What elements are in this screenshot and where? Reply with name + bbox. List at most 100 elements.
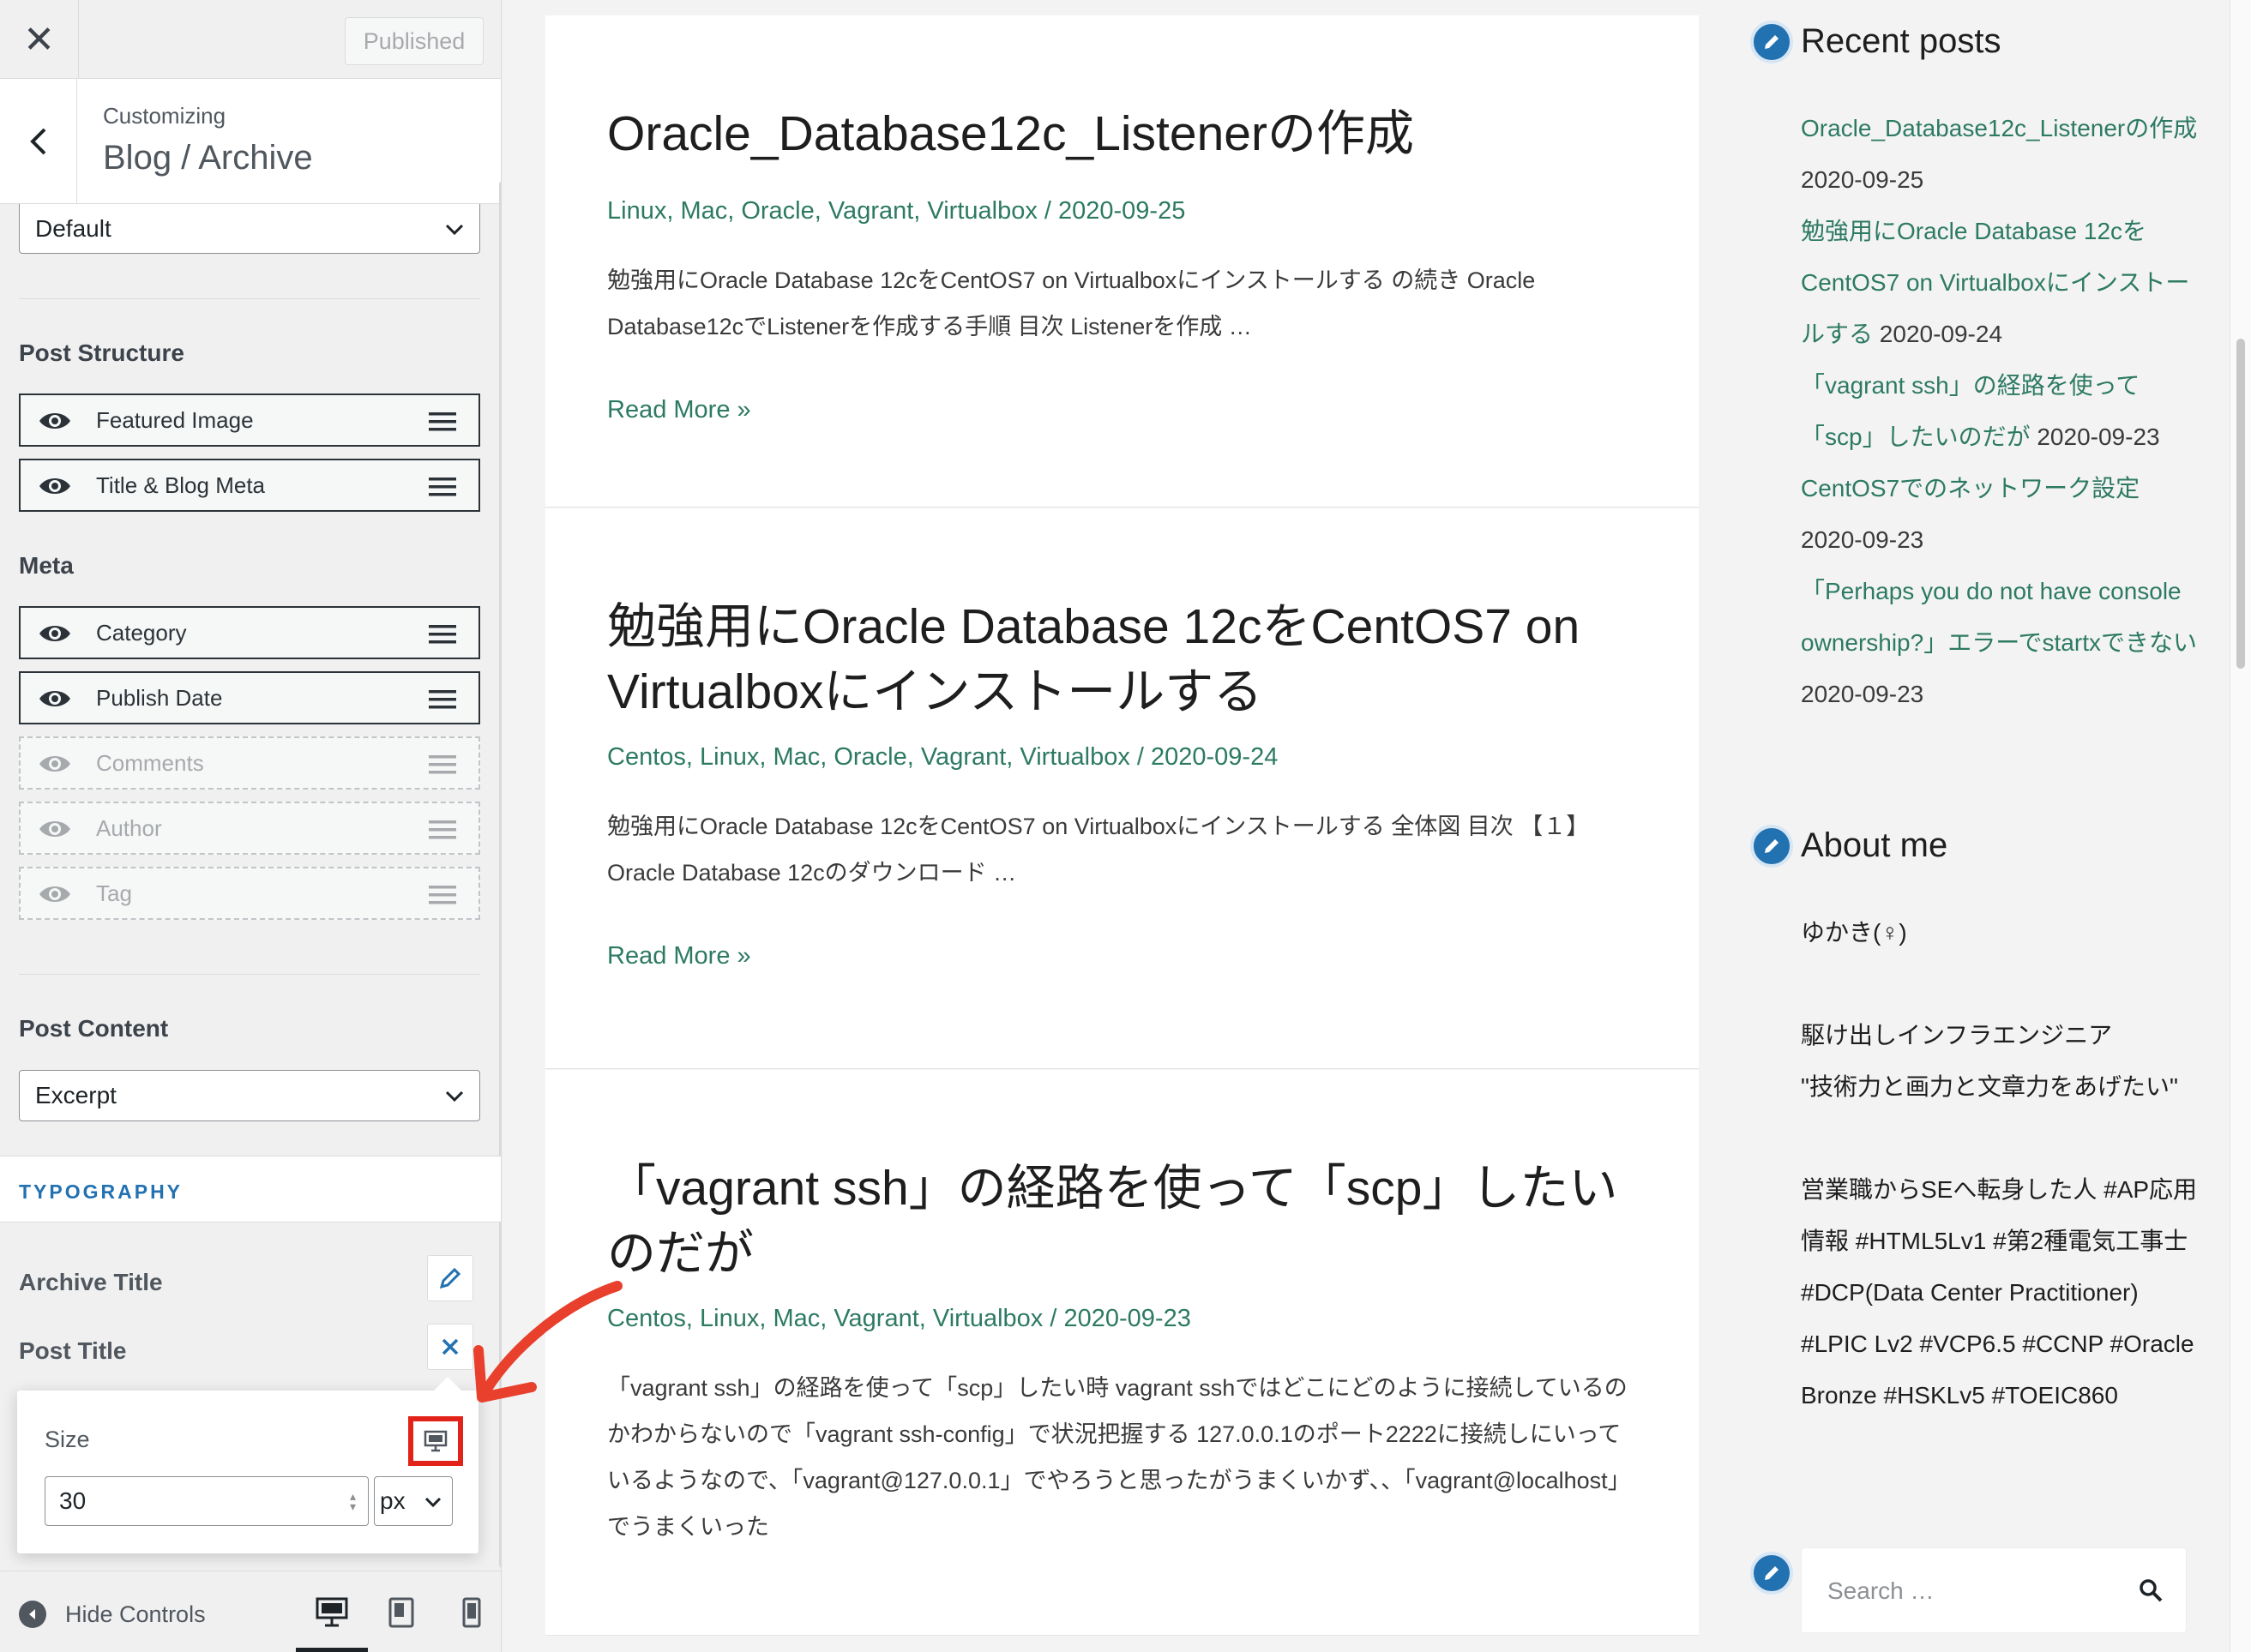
sortable-item-featured-image[interactable]: Featured Image bbox=[19, 393, 480, 447]
meta-label: Meta bbox=[19, 552, 74, 579]
drag-handle-icon[interactable] bbox=[429, 478, 456, 496]
post-content-label: Post Content bbox=[19, 1015, 169, 1042]
recent-post-link[interactable]: 「Perhaps you do not have console ownersh… bbox=[1801, 578, 2197, 656]
sortable-item-label: Publish Date bbox=[96, 684, 223, 711]
sortable-item-comments[interactable]: Comments bbox=[19, 736, 480, 790]
chevron-down-icon bbox=[424, 1497, 442, 1508]
widget-edit-icon[interactable] bbox=[1750, 21, 1793, 63]
sortable-item-label: Title & Blog Meta bbox=[96, 472, 266, 498]
read-more-link[interactable]: Read More » bbox=[607, 396, 751, 424]
preview-scrollbar-thumb[interactable] bbox=[2236, 339, 2245, 669]
size-unit-value: px bbox=[380, 1487, 406, 1514]
pencil-icon bbox=[439, 1267, 461, 1289]
customizer-footer: Hide Controls bbox=[0, 1571, 501, 1652]
about-me-title: About me bbox=[1801, 826, 1948, 864]
post-title[interactable]: 勉強用にOracle Database 12cをCentOS7 on Virtu… bbox=[607, 594, 1653, 724]
post-title[interactable]: Oracle_Database12c_Listenerの作成 bbox=[607, 101, 1653, 166]
visibility-eye-icon[interactable] bbox=[38, 687, 72, 711]
post-excerpt: 勉強用にOracle Database 12cをCentOS7 on Virtu… bbox=[607, 267, 1536, 339]
size-number-input[interactable]: 30 ▴ ▾ bbox=[45, 1476, 369, 1526]
chevron-down-icon bbox=[445, 1090, 464, 1102]
section-header: Customizing Blog / Archive bbox=[0, 79, 501, 204]
hide-controls-button[interactable]: Hide Controls bbox=[19, 1601, 206, 1628]
post-title[interactable]: 「vagrant ssh」の経路を使って「scp」したいのだが bbox=[607, 1156, 1653, 1286]
layout-select[interactable]: Default bbox=[19, 204, 480, 254]
post-card: Oracle_Database12c_Listenerの作成 Linux, Ma… bbox=[545, 15, 1699, 508]
typography-heading: TYPOGRAPHY bbox=[19, 1180, 184, 1203]
recent-post-item: 勉強用にOracle Database 12cをCentOS7 on Virtu… bbox=[1801, 206, 2204, 360]
post-content-select[interactable]: Excerpt bbox=[19, 1070, 480, 1121]
back-button[interactable] bbox=[0, 79, 77, 204]
visibility-eye-icon[interactable] bbox=[38, 882, 72, 906]
sortable-item-author[interactable]: Author bbox=[19, 802, 480, 855]
about-bio: 営業職からSEへ転身した人 #AP応用情報 #HTML5Lv1 #第2種電気工事… bbox=[1801, 1176, 2198, 1409]
drag-handle-icon[interactable] bbox=[429, 755, 456, 774]
typography-section-heading: TYPOGRAPHY bbox=[0, 1156, 501, 1222]
chevron-left-icon bbox=[29, 128, 45, 155]
post-card: 「vagrant ssh」の経路を使って「scp」したいのだが Centos, … bbox=[545, 1070, 1699, 1636]
recent-posts-title: Recent posts bbox=[1801, 22, 2001, 60]
sortable-item-category[interactable]: Category bbox=[19, 606, 480, 659]
customizer-header: ✕ Published bbox=[0, 0, 501, 79]
recent-post-link[interactable]: Oracle_Database12c_Listenerの作成 bbox=[1801, 115, 2197, 141]
divider bbox=[19, 974, 480, 975]
sortable-item-tag[interactable]: Tag bbox=[19, 867, 480, 920]
search-input[interactable]: Search … bbox=[1827, 1577, 1935, 1605]
recent-post-date: 2020-09-25 bbox=[1801, 166, 1924, 193]
published-button[interactable]: Published bbox=[345, 17, 484, 65]
post-excerpt: 勉強用にOracle Database 12cをCentOS7 on Virtu… bbox=[607, 814, 1590, 886]
size-unit-select[interactable]: px bbox=[374, 1476, 453, 1526]
drag-handle-icon[interactable] bbox=[429, 886, 456, 904]
search-icon[interactable] bbox=[2138, 1577, 2164, 1603]
visibility-eye-icon[interactable] bbox=[38, 474, 72, 498]
recent-post-date: 2020-09-23 bbox=[1801, 681, 1924, 707]
drag-handle-icon[interactable] bbox=[429, 412, 456, 431]
drag-handle-icon[interactable] bbox=[429, 820, 456, 839]
close-icon: ✕ bbox=[23, 18, 55, 61]
sortable-item-label: Category bbox=[96, 619, 187, 646]
sortable-item-title-blog-meta[interactable]: Title & Blog Meta bbox=[19, 459, 480, 512]
divider bbox=[19, 298, 480, 299]
close-customizer-button[interactable]: ✕ bbox=[0, 0, 79, 79]
desktop-preview-icon[interactable] bbox=[316, 1597, 348, 1628]
recent-post-link[interactable]: CentOS7でのネットワーク設定 bbox=[1801, 475, 2140, 502]
search-form[interactable]: Search … bbox=[1801, 1547, 2187, 1633]
post-excerpt: 「vagrant ssh」の経路を使って「scp」したい時 vagrant ss… bbox=[607, 1375, 1631, 1540]
about-name: ゆかき(♀) bbox=[1801, 919, 1907, 946]
mobile-preview-icon[interactable] bbox=[461, 1597, 482, 1628]
active-device-indicator bbox=[296, 1648, 368, 1652]
visibility-eye-icon[interactable] bbox=[38, 817, 72, 841]
recent-posts-list: Oracle_Database12c_Listenerの作成 2020-09-2… bbox=[1801, 103, 2204, 720]
recent-post-date: 2020-09-23 bbox=[2037, 424, 2160, 450]
sortable-item-label: Featured Image bbox=[96, 406, 254, 433]
tablet-preview-icon[interactable] bbox=[388, 1597, 415, 1628]
customizing-label: Customizing bbox=[103, 103, 226, 129]
spinner-arrows-icon[interactable]: ▴ ▾ bbox=[350, 1490, 356, 1512]
sortable-item-label: Author bbox=[96, 814, 162, 841]
post-meta[interactable]: Centos, Linux, Mac, Vagrant, Virtualbox … bbox=[607, 1305, 1191, 1333]
drag-handle-icon[interactable] bbox=[429, 625, 456, 644]
sortable-item-label: Tag bbox=[96, 880, 132, 906]
sortable-item-publish-date[interactable]: Publish Date bbox=[19, 671, 480, 724]
recent-post-date: 2020-09-23 bbox=[1801, 526, 1924, 553]
visibility-eye-icon[interactable] bbox=[38, 622, 72, 646]
recent-post-date: 2020-09-24 bbox=[1879, 321, 2003, 347]
widget-edit-icon[interactable] bbox=[1750, 825, 1793, 868]
drag-handle-icon[interactable] bbox=[429, 690, 456, 709]
read-more-link[interactable]: Read More » bbox=[607, 942, 751, 970]
layout-select-value: Default bbox=[35, 214, 111, 242]
post-meta[interactable]: Centos, Linux, Mac, Oracle, Vagrant, Vir… bbox=[607, 743, 1278, 772]
desktop-icon bbox=[424, 1430, 448, 1452]
post-content-select-value: Excerpt bbox=[35, 1082, 117, 1108]
recent-post-item: 「vagrant ssh」の経路を使って「scp」したいのだが 2020-09-… bbox=[1801, 360, 2204, 463]
visibility-eye-icon[interactable] bbox=[38, 752, 72, 776]
visibility-eye-icon[interactable] bbox=[38, 409, 72, 433]
about-line1: 駆け出しインフラエンジニア bbox=[1801, 1022, 2113, 1048]
preview-scrollbar-track[interactable] bbox=[2230, 0, 2251, 1652]
widget-edit-icon[interactable] bbox=[1750, 1552, 1793, 1595]
arrow-left-circle-icon bbox=[19, 1601, 46, 1628]
hide-controls-label: Hide Controls bbox=[65, 1601, 206, 1627]
recent-post-item: Oracle_Database12c_Listenerの作成 2020-09-2… bbox=[1801, 103, 2204, 206]
responsive-device-button[interactable] bbox=[408, 1416, 463, 1466]
post-meta[interactable]: Linux, Mac, Oracle, Vagrant, Virtualbox … bbox=[607, 197, 1185, 225]
